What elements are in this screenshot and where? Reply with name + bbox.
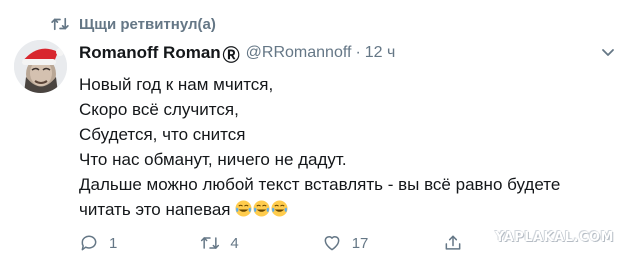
tweet-line: читать это напевая [79, 200, 231, 219]
retweet-button[interactable]: 4 [200, 232, 321, 254]
face-with-tears-of-joy-emoji [271, 200, 288, 217]
separator-dot: · [355, 44, 361, 61]
retweet-icon [51, 16, 69, 32]
tweet-line: Новый год к нам мчится, [79, 75, 274, 94]
retweeted-by-row: Щщи ретвитнул(а) [51, 14, 216, 34]
reply-button[interactable]: 1 [79, 232, 200, 254]
face-with-tears-of-joy-emoji [235, 200, 252, 217]
author-display-name[interactable]: Romanoff Roman [79, 43, 221, 63]
emoji-group [235, 200, 289, 219]
retweeted-by-label[interactable]: Щщи ретвитнул(а) [79, 16, 216, 33]
share-icon [445, 235, 461, 250]
tweet-last-line: читать это напевая [79, 197, 626, 222]
tweet-header: Romanoff Roman Ⓡ @RRomannoff · 12 ч [79, 42, 626, 65]
tweet-actions: 1 4 17 [79, 232, 479, 254]
author-handle[interactable]: @RRomannoff [246, 44, 352, 62]
tweet-time[interactable]: 12 ч [365, 44, 396, 62]
reply-icon [81, 235, 97, 251]
like-count: 17 [351, 234, 369, 252]
tweet-line: Сбудется, что снится [79, 125, 246, 144]
reply-count: 1 [109, 234, 118, 252]
tweet-line: Скоро всё случится, [79, 100, 239, 119]
tweet-text: Новый год к нам мчится, Скоро всё случит… [79, 72, 626, 222]
author-badge: Ⓡ [222, 45, 240, 65]
tweet-body: Romanoff Roman Ⓡ @RRomannoff · 12 ч Новы… [79, 42, 626, 222]
avatar[interactable] [14, 40, 67, 93]
like-button[interactable]: 17 [322, 232, 443, 254]
chevron-down-icon[interactable] [600, 44, 616, 60]
tweet-line: Что нас обманут, ничего не дадут. [79, 150, 347, 169]
share-button[interactable] [443, 232, 479, 254]
retweet-icon [201, 237, 220, 249]
heart-icon [324, 236, 340, 251]
watermark: YAPLAKAL.COM [495, 230, 614, 245]
face-with-tears-of-joy-emoji [253, 200, 270, 217]
tweet-line: Дальше можно любой текст вставлять - вы … [79, 175, 561, 194]
retweet-count: 4 [230, 234, 239, 252]
